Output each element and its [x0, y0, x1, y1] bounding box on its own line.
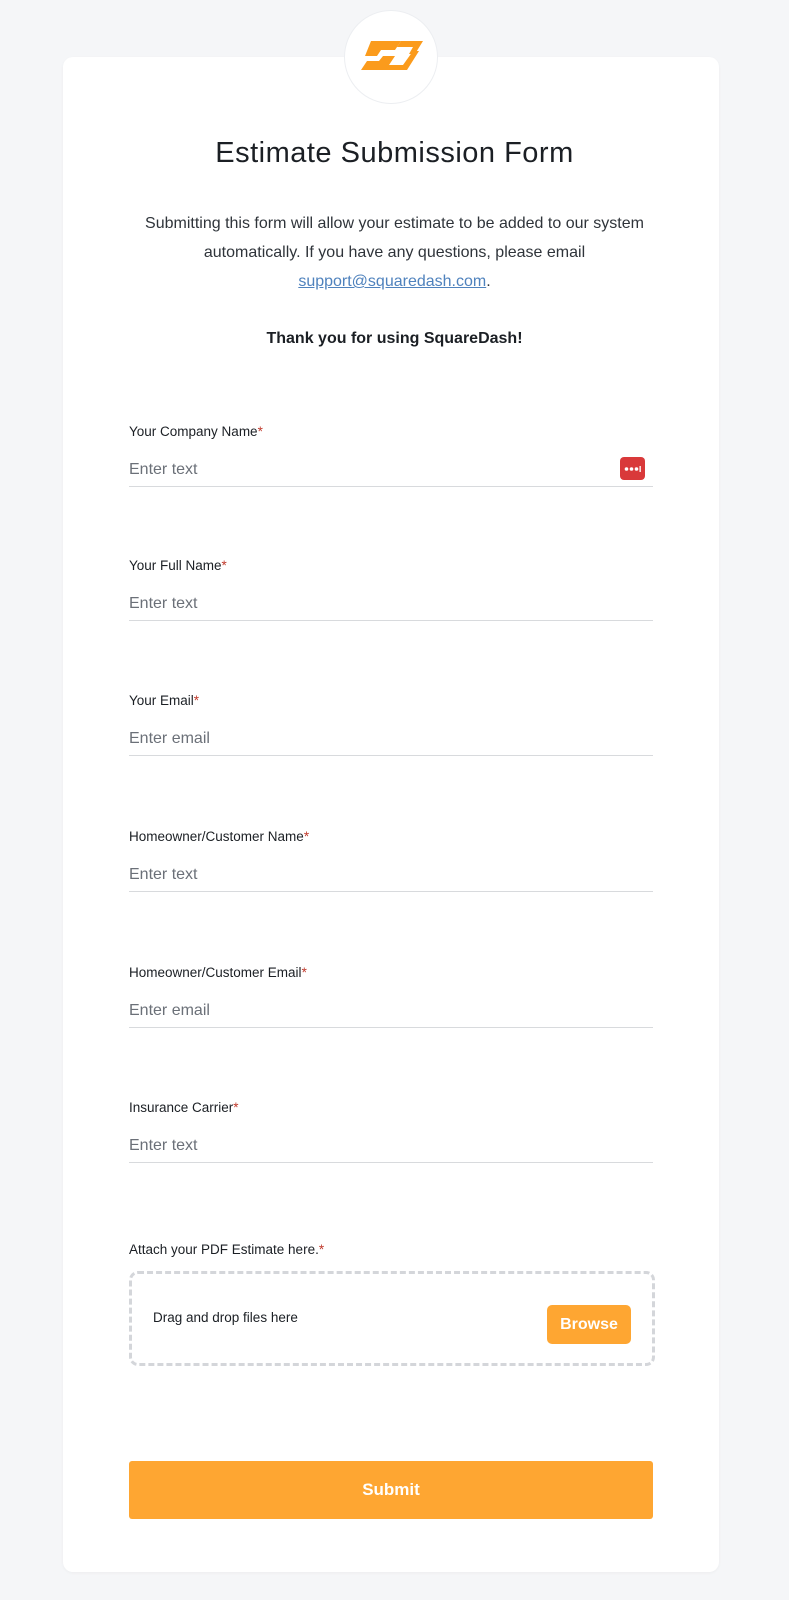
customer-name-field: Homeowner/Customer Name* — [129, 828, 653, 892]
insurance-carrier-input[interactable] — [129, 1132, 653, 1160]
full-name-label: Your Full Name* — [129, 557, 653, 575]
required-asterisk: * — [193, 693, 200, 708]
intro-text: Submitting this form will allow your est… — [140, 209, 649, 296]
squaredash-logo-icon — [361, 41, 423, 70]
insurance-carrier-field: Insurance Carrier* — [129, 1099, 653, 1163]
customer-name-input-wrap — [129, 861, 653, 892]
email-label: Your Email* — [129, 692, 653, 710]
full-name-input[interactable] — [129, 590, 653, 618]
company-name-input-wrap — [129, 456, 653, 487]
full-name-label-text: Your Full Name — [129, 558, 222, 573]
insurance-carrier-input-wrap — [129, 1132, 653, 1163]
customer-email-field: Homeowner/Customer Email* — [129, 964, 653, 1028]
browse-button[interactable]: Browse — [547, 1305, 631, 1344]
email-label-text: Your Email — [129, 693, 194, 708]
submit-button[interactable]: Submit — [129, 1461, 653, 1519]
attach-pdf-label-text: Attach your PDF Estimate here. — [129, 1242, 319, 1257]
email-input[interactable] — [129, 725, 653, 753]
intro-body: Submitting this form will allow your est… — [145, 215, 644, 261]
company-name-input[interactable] — [129, 456, 653, 484]
company-name-label: Your Company Name* — [129, 423, 653, 441]
required-asterisk: * — [221, 558, 227, 573]
full-name-input-wrap — [129, 590, 653, 621]
dropzone-text: Drag and drop files here — [153, 1310, 298, 1325]
customer-email-input[interactable] — [129, 997, 653, 1025]
required-asterisk: * — [303, 829, 310, 844]
customer-email-label-text: Homeowner/Customer Email — [129, 965, 302, 980]
company-name-field: Your Company Name* — [129, 423, 653, 487]
thanks-text: Thank you for using SquareDash! — [266, 330, 523, 347]
required-asterisk: * — [257, 424, 263, 439]
insurance-carrier-label: Insurance Carrier* — [129, 1099, 653, 1117]
customer-name-label: Homeowner/Customer Name* — [129, 828, 653, 846]
email-input-wrap — [129, 725, 653, 756]
required-asterisk: * — [318, 1242, 325, 1257]
support-email-link[interactable]: support@squaredash.com — [298, 273, 486, 290]
insurance-carrier-label-text: Insurance Carrier — [129, 1100, 234, 1115]
logo-badge — [345, 11, 437, 103]
full-name-field: Your Full Name* — [129, 557, 653, 621]
intro-suffix: . — [486, 273, 491, 290]
required-asterisk: * — [301, 965, 307, 980]
company-name-label-text: Your Company Name — [129, 424, 258, 439]
page-title: Estimate Submission Form — [215, 137, 574, 169]
attach-pdf-label: Attach your PDF Estimate here.* — [129, 1242, 324, 1257]
dots-icon — [624, 465, 641, 472]
customer-email-label: Homeowner/Customer Email* — [129, 964, 653, 982]
email-field: Your Email* — [129, 692, 653, 756]
customer-name-input[interactable] — [129, 861, 653, 889]
required-asterisk: * — [233, 1100, 239, 1115]
customer-email-input-wrap — [129, 997, 653, 1028]
file-dropzone[interactable]: Drag and drop files here Browse — [129, 1271, 655, 1366]
customer-name-label-text: Homeowner/Customer Name — [129, 829, 304, 844]
password-manager-icon[interactable] — [620, 457, 645, 480]
